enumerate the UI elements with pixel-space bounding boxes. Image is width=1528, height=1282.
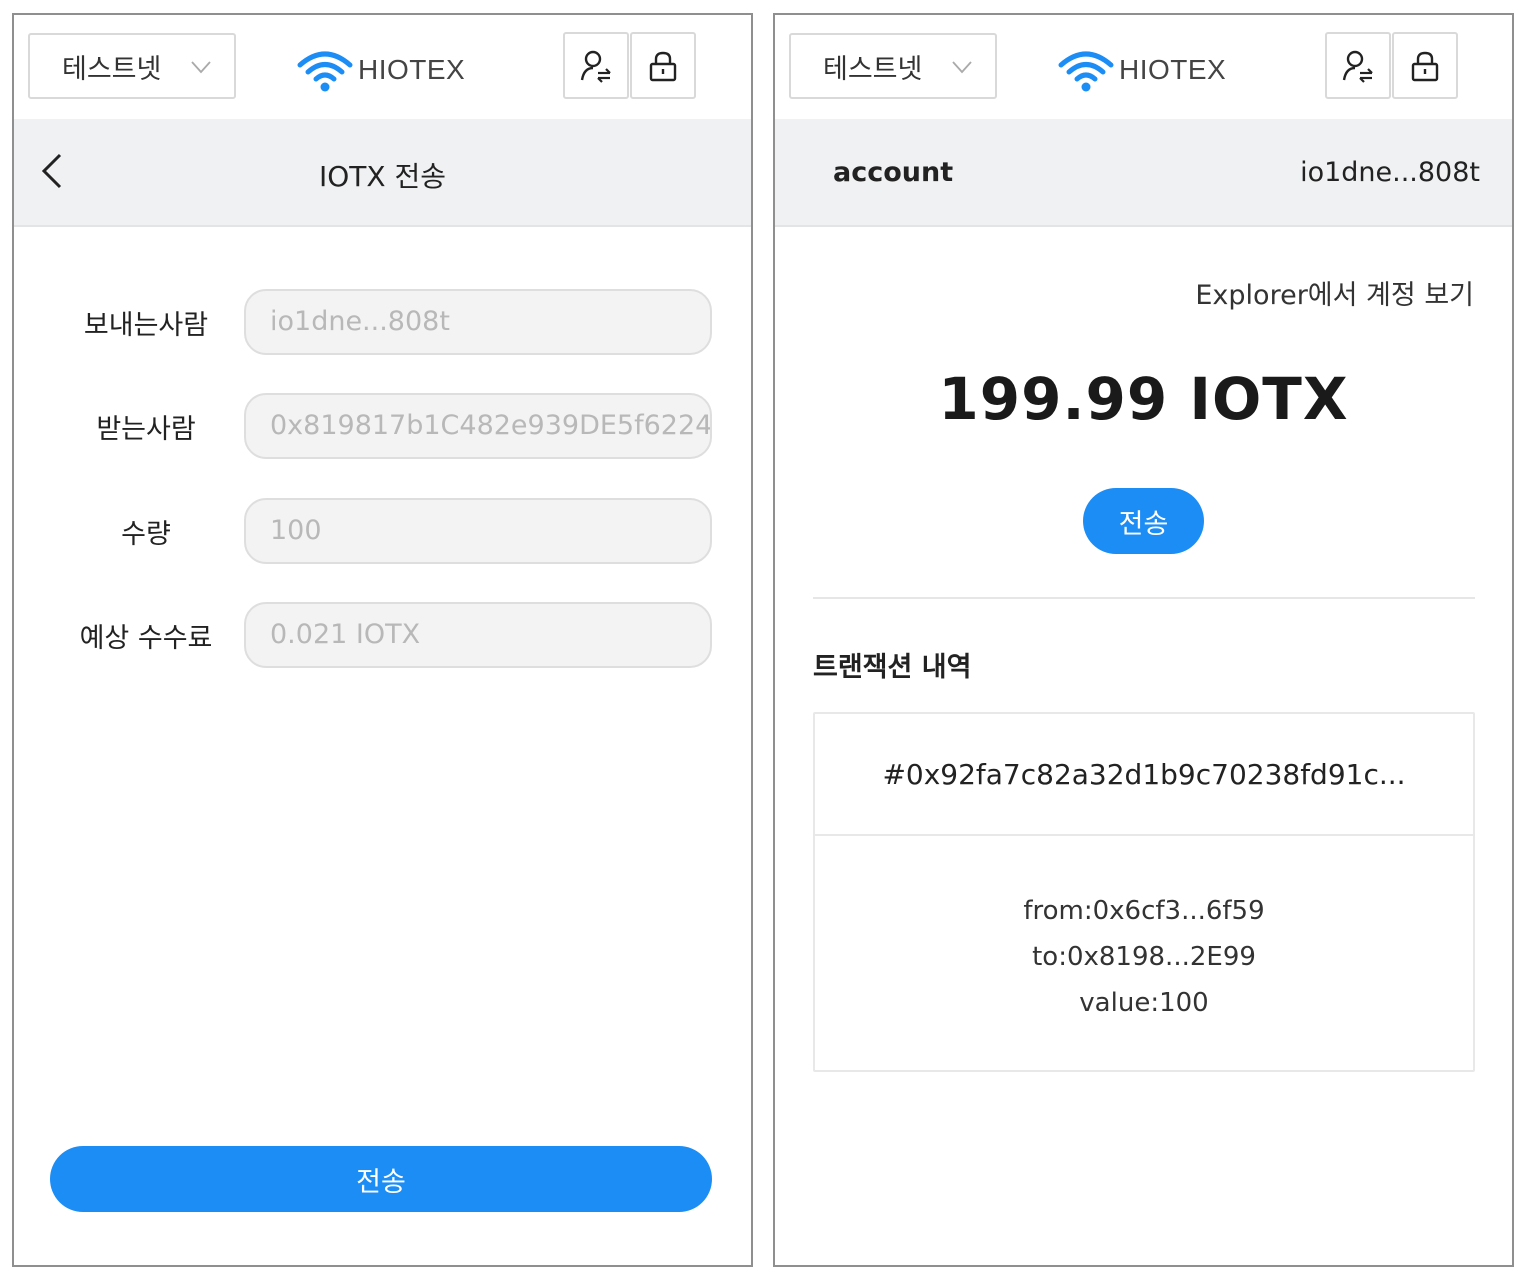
- amount-label: 수량: [121, 519, 171, 550]
- fee-row: 예상 수수료 0.021 IOTX: [14, 602, 751, 668]
- switch-account-button[interactable]: [563, 32, 629, 99]
- lock-button[interactable]: [630, 32, 696, 99]
- lock-button[interactable]: [1392, 32, 1458, 99]
- transaction-hash[interactable]: #0x92fa7c82a32d1b9c70238fd91c...: [815, 714, 1473, 836]
- account-screen: 테스트넷 HIOTEX account io1dne...808t Explor…: [773, 13, 1514, 1267]
- switch-account-icon: [580, 50, 611, 83]
- lock-icon: [649, 51, 677, 81]
- transaction-card: #0x92fa7c82a32d1b9c70238fd91c... from:0x…: [813, 712, 1475, 1072]
- network-select[interactable]: 테스트넷: [789, 33, 997, 99]
- send-button[interactable]: 전송: [1083, 488, 1204, 554]
- page-title: IOTX 전송: [318, 160, 446, 193]
- network-label: 테스트넷: [823, 53, 923, 85]
- send-iotx-screen: 테스트넷 HIOTEX IOTX 전송 보내는사람 io1dne...808t …: [12, 13, 753, 1267]
- transaction-to: to:0x8198...2E99: [1032, 942, 1256, 972]
- network-label: 테스트넷: [62, 53, 162, 85]
- wifi-logo-icon: [297, 51, 353, 92]
- lock-icon: [1411, 51, 1439, 81]
- transaction-history-title: 트랜잭션 내역: [813, 652, 972, 683]
- sender-label: 보내는사람: [83, 310, 209, 341]
- sender-field[interactable]: io1dne...808t: [244, 289, 712, 355]
- switch-account-button[interactable]: [1325, 32, 1391, 99]
- network-select[interactable]: 테스트넷: [28, 33, 236, 99]
- brand-logo: HIOTEX: [296, 47, 465, 93]
- chevron-down-icon: [952, 61, 972, 74]
- account-address[interactable]: io1dne...808t: [1300, 157, 1480, 188]
- amount-field[interactable]: 100: [244, 498, 712, 564]
- chevron-down-icon: [191, 61, 211, 74]
- brand-name: HIOTEX: [358, 54, 466, 85]
- fee-field[interactable]: 0.021 IOTX: [244, 602, 712, 668]
- explorer-link[interactable]: Explorer에서 계정 보기: [1195, 273, 1474, 312]
- page-title-bar: IOTX 전송: [14, 119, 751, 227]
- sender-value: io1dne...808t: [270, 306, 450, 337]
- transaction-from: from:0x6cf3...6f59: [1023, 896, 1265, 926]
- divider: [813, 597, 1475, 599]
- transaction-value: value:100: [1079, 988, 1209, 1018]
- app-header: 테스트넷 HIOTEX: [775, 15, 1512, 119]
- fee-value: 0.021 IOTX: [270, 619, 421, 650]
- recipient-value: 0x819817b1C482e939DE5f6224: [270, 410, 712, 441]
- balance-amount: 199.99 IOTX: [938, 365, 1349, 433]
- amount-value: 100: [270, 515, 322, 546]
- amount-row: 수량 100: [14, 498, 751, 564]
- brand-logo: HIOTEX: [1057, 47, 1226, 93]
- sender-row: 보내는사람 io1dne...808t: [14, 289, 751, 355]
- switch-account-icon: [1342, 50, 1373, 83]
- brand-name: HIOTEX: [1119, 54, 1227, 85]
- recipient-row: 받는사람 0x819817b1C482e939DE5f6224: [14, 393, 751, 459]
- fee-label: 예상 수수료: [79, 623, 213, 654]
- transaction-details: from:0x6cf3...6f59 to:0x8198...2E99 valu…: [815, 838, 1473, 1072]
- recipient-label: 받는사람: [96, 414, 196, 445]
- app-header: 테스트넷 HIOTEX: [14, 15, 751, 119]
- send-submit-button[interactable]: 전송: [50, 1146, 712, 1212]
- account-label: account: [833, 157, 954, 188]
- recipient-field[interactable]: 0x819817b1C482e939DE5f6224: [244, 393, 712, 459]
- account-bar: account io1dne...808t: [775, 119, 1512, 227]
- wifi-logo-icon: [1058, 51, 1114, 92]
